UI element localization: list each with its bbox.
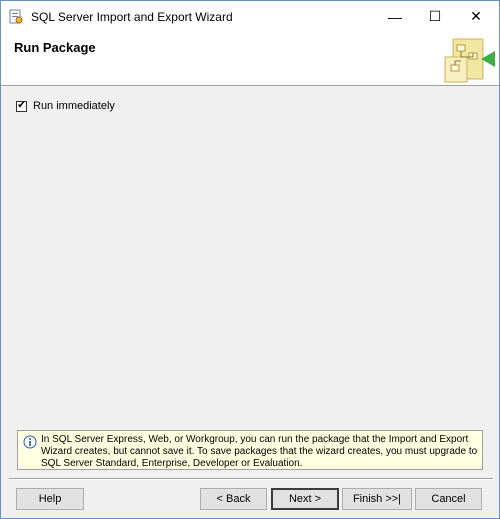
run-immediately-label[interactable]: Run immediately (33, 100, 115, 112)
finish-button[interactable]: Finish >>| (342, 488, 412, 510)
footer-divider (9, 478, 493, 480)
wizard-header-icon (441, 37, 497, 84)
content-area: ✔ Run immediately (1, 86, 499, 426)
cancel-button[interactable]: Cancel (415, 488, 482, 510)
help-button[interactable]: Help (16, 488, 84, 510)
wizard-window: SQL Server Import and Export Wizard — ☐ … (0, 0, 500, 519)
app-icon (9, 9, 23, 24)
wizard-header: Run Package (1, 32, 499, 86)
close-button[interactable]: ✕ (456, 1, 496, 32)
window-title: SQL Server Import and Export Wizard (31, 10, 233, 24)
title-bar[interactable]: SQL Server Import and Export Wizard — ☐ … (1, 1, 499, 32)
info-message: In SQL Server Express, Web, or Workgroup… (17, 430, 483, 470)
maximize-button[interactable]: ☐ (415, 1, 455, 32)
next-button[interactable]: Next > (271, 488, 339, 510)
minimize-button[interactable]: — (375, 1, 415, 32)
back-button[interactable]: < Back (200, 488, 267, 510)
run-immediately-checkbox[interactable]: ✔ (16, 100, 27, 112)
run-immediately-option[interactable]: ✔ Run immediately (16, 100, 115, 112)
info-icon (23, 435, 37, 449)
page-title: Run Package (14, 40, 96, 55)
info-text: In SQL Server Express, Web, or Workgroup… (41, 434, 478, 469)
